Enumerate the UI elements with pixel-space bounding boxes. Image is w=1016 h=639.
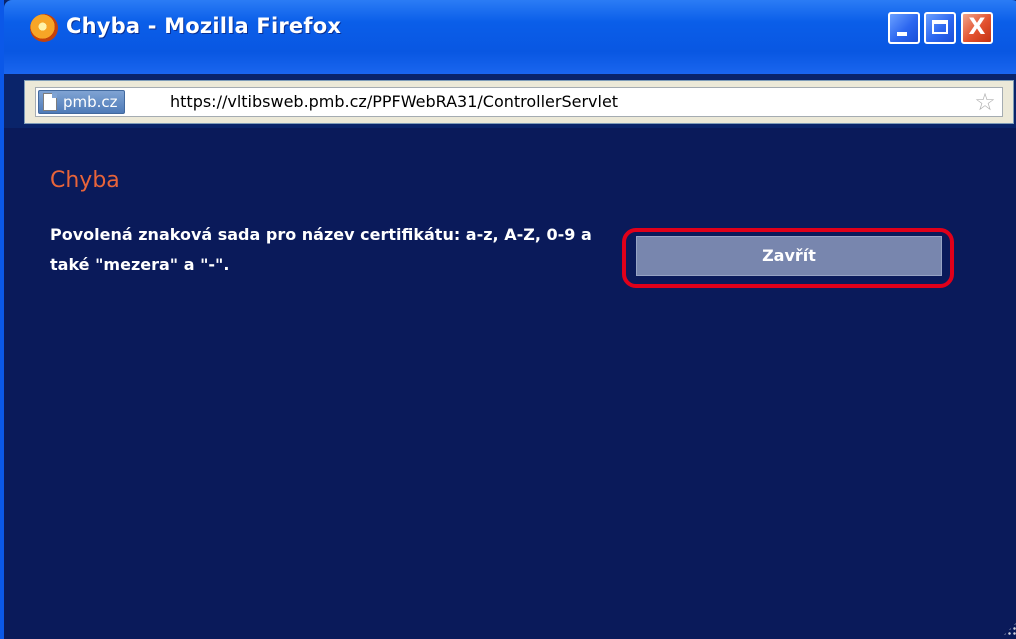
close-window-button[interactable]: X [961,12,993,44]
window-title: Chyba - Mozilla Firefox [66,14,342,38]
star-icon[interactable]: ☆ [972,88,998,116]
url-text: https://vltibsweb.pmb.cz/PPFWebRA31/Cont… [170,92,619,111]
address-bar: pmb.cz https://vltibsweb.pmb.cz/PPFWebRA… [24,80,1014,124]
error-message: Povolená znaková sada pro název certifik… [50,225,592,274]
firefox-icon [30,14,58,42]
browser-window: Chyba - Mozilla Firefox X pmb.cz https:/… [0,0,1016,639]
page-icon [43,93,57,111]
minimize-button[interactable] [888,12,920,44]
error-heading: Chyba [50,168,120,193]
page-content: Chyba Povolená znaková sada pro název ce… [4,128,1016,639]
site-identity-button[interactable]: pmb.cz [38,90,125,114]
url-field[interactable]: pmb.cz https://vltibsweb.pmb.cz/PPFWebRA… [35,87,1003,117]
resize-grip[interactable] [1002,621,1016,637]
title-bar[interactable]: Chyba - Mozilla Firefox X [4,0,1016,74]
close-button[interactable]: Zavřít [636,236,942,276]
site-identity-label: pmb.cz [63,93,118,111]
close-icon: X [968,15,986,40]
maximize-button[interactable] [924,12,956,44]
